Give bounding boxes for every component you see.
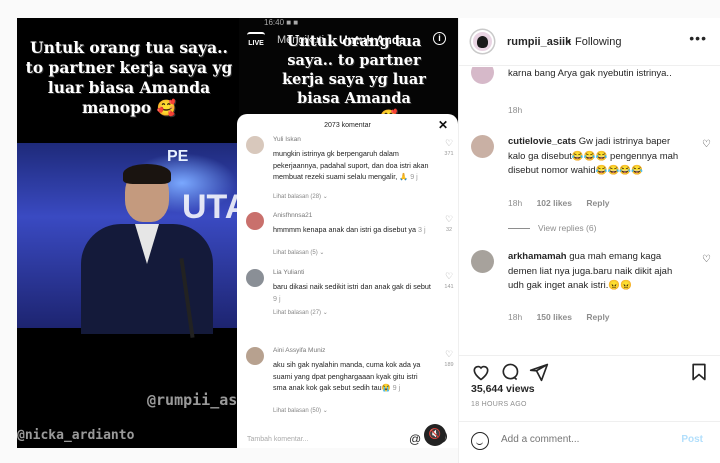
- like-heart-icon[interactable]: [471, 362, 491, 382]
- comment-text: hmmmm kenapa anak dan istri ga disebut y…: [273, 225, 426, 234]
- following-button[interactable]: Following: [575, 36, 621, 48]
- left-video-caption: Untuk orang tua saya.. to partner kerja …: [25, 38, 233, 117]
- commenter-avatar[interactable]: [246, 347, 264, 365]
- emoji-icon[interactable]: [471, 432, 489, 450]
- close-icon[interactable]: ✕: [438, 118, 448, 132]
- comment-meta: 18h 150 likes Reply: [508, 312, 622, 322]
- sheet-add-comment-input[interactable]: Tambah komentar...: [247, 436, 308, 443]
- separator-dot: •: [567, 36, 571, 48]
- comment-time: 18h: [508, 312, 523, 322]
- comment-time: 18h: [508, 105, 523, 115]
- like-count: 189: [444, 362, 454, 368]
- post-time[interactable]: 18 HOURS AGO: [471, 401, 527, 408]
- post-button[interactable]: Post: [681, 434, 703, 445]
- comment-text: mungkin istrinya gk berpengaruh dalam pe…: [273, 149, 429, 181]
- comment-item: karna bang Arya gak nyebutin istrinya.. …: [471, 67, 711, 121]
- comment-text: aku sih gak nyalahin manda, cuma kok ada…: [273, 360, 421, 392]
- bookmark-icon[interactable]: [689, 362, 709, 382]
- comment-text: karna bang Arya gak nyebutin istrinya..: [508, 68, 672, 79]
- heart-icon[interactable]: ♡: [442, 271, 456, 282]
- live-icon[interactable]: LIVE: [247, 32, 265, 48]
- commenter-name[interactable]: Yuli Iskan: [273, 136, 301, 143]
- comment-likes[interactable]: 150 likes: [537, 312, 572, 322]
- add-comment-bar: Post: [459, 421, 720, 463]
- view-replies-link[interactable]: Lihat balasan (27) ⌄: [273, 309, 328, 316]
- comment-item: arkhamamah gua mah emang kaga demen liat…: [471, 250, 711, 350]
- sheet-comment: Yuli Iskan mungkin istrinya gk berpengar…: [246, 136, 456, 206]
- heart-icon[interactable]: ♡: [442, 138, 456, 149]
- post-media[interactable]: Untuk orang tua saya.. to partner kerja …: [17, 18, 458, 448]
- speaker-hair: [123, 164, 171, 184]
- views-count[interactable]: 35,644 views: [471, 383, 535, 395]
- comment-likes[interactable]: 102 likes: [537, 198, 572, 208]
- username-link[interactable]: rumpii_asiik: [507, 36, 571, 48]
- sheet-comment: Anisfhnnsa21 hmmmm kenapa anak dan istri…: [246, 212, 456, 264]
- reply-button[interactable]: Reply: [586, 198, 609, 208]
- commenter-avatar[interactable]: [246, 212, 264, 230]
- post-actions: 35,644 views 18 HOURS AGO: [459, 355, 720, 415]
- comment-text: cutielovie_cats Gw jadi istrinya baper k…: [508, 136, 679, 176]
- comment-text: arkhamamah gua mah emang kaga demen liat…: [508, 251, 673, 291]
- commenter-avatar[interactable]: [246, 136, 264, 154]
- comment-username[interactable]: cutielovie_cats: [508, 136, 576, 147]
- mute-icon[interactable]: 🔇: [424, 424, 446, 446]
- commenter-name[interactable]: Aini Assyifa Muniz: [273, 347, 325, 354]
- page: Untuk orang tua saya.. to partner kerja …: [0, 0, 720, 463]
- avatar-figure: [477, 36, 488, 48]
- commenter-name[interactable]: Anisfhnnsa21: [273, 212, 312, 219]
- view-replies-link[interactable]: Lihat balasan (28) ⌄: [273, 193, 328, 200]
- stage-scene: PE UTA @rumpii_asiik @nicka_ardianto: [17, 143, 264, 443]
- view-replies-link[interactable]: Lihat balasan (5) ⌄: [273, 249, 324, 256]
- view-replies-link[interactable]: Lihat balasan (50) ⌄: [273, 407, 328, 414]
- like-count: 32: [445, 227, 453, 233]
- commenter-name[interactable]: Lia Yulianti: [273, 269, 304, 276]
- phone-status-bar: 16:40 ■ ■: [264, 18, 299, 27]
- mention-icon[interactable]: @: [409, 432, 421, 446]
- comment-username[interactable]: arkhamamah: [508, 251, 567, 262]
- sheet-comment: Aini Assyifa Muniz aku sih gak nyalahin …: [246, 347, 456, 422]
- comment-avatar[interactable]: [471, 250, 494, 273]
- comment-time: 18h: [508, 198, 523, 208]
- reply-button[interactable]: Reply: [586, 312, 609, 322]
- comment-avatar[interactable]: [471, 135, 494, 158]
- avatar[interactable]: [471, 30, 494, 53]
- left-video-frame: Untuk orang tua saya.. to partner kerja …: [17, 18, 264, 448]
- commenter-avatar[interactable]: [246, 269, 264, 287]
- post-header: rumpii_asiik • Following •••: [459, 18, 720, 66]
- heart-icon[interactable]: ♡: [702, 254, 711, 265]
- speaker-figure: [67, 164, 227, 338]
- comment-item: cutielovie_cats Gw jadi istrinya baper k…: [471, 135, 711, 245]
- comment-text: baru dikasi naik sedikit istri dan anak …: [273, 282, 431, 303]
- add-comment-input[interactable]: [501, 434, 661, 445]
- more-options-icon[interactable]: •••: [689, 30, 707, 46]
- heart-icon[interactable]: ♡: [442, 214, 456, 225]
- comment-meta: 18h: [508, 105, 534, 115]
- comment-bubble-icon[interactable]: [500, 362, 520, 382]
- like-count: 141: [444, 284, 454, 290]
- comment-count-title: 2073 komentar: [324, 122, 371, 129]
- heart-icon[interactable]: ♡: [442, 349, 456, 360]
- view-replies-button[interactable]: View replies (6): [508, 223, 596, 233]
- comment-avatar[interactable]: [471, 67, 494, 84]
- stage-logo: PE: [167, 148, 189, 165]
- like-count: 371: [444, 151, 454, 157]
- comment-meta: 18h 102 likes Reply: [508, 198, 622, 208]
- share-icon[interactable]: [529, 362, 549, 382]
- comment-sheet: 2073 komentar ✕ Yuli Iskan mungkin istri…: [237, 114, 458, 448]
- comment-list[interactable]: karna bang Arya gak nyebutin istrinya.. …: [459, 67, 720, 355]
- watermark-nicka: @nicka_ardianto: [17, 428, 135, 443]
- right-video-caption: Untuk orang tua saya.. to partner kerja …: [282, 33, 426, 126]
- sheet-comment: Lia Yulianti baru dikasi naik sedikit is…: [246, 269, 456, 329]
- post-sidebar: rumpii_asiik • Following ••• karna bang …: [458, 18, 720, 463]
- heart-icon[interactable]: ♡: [702, 139, 711, 150]
